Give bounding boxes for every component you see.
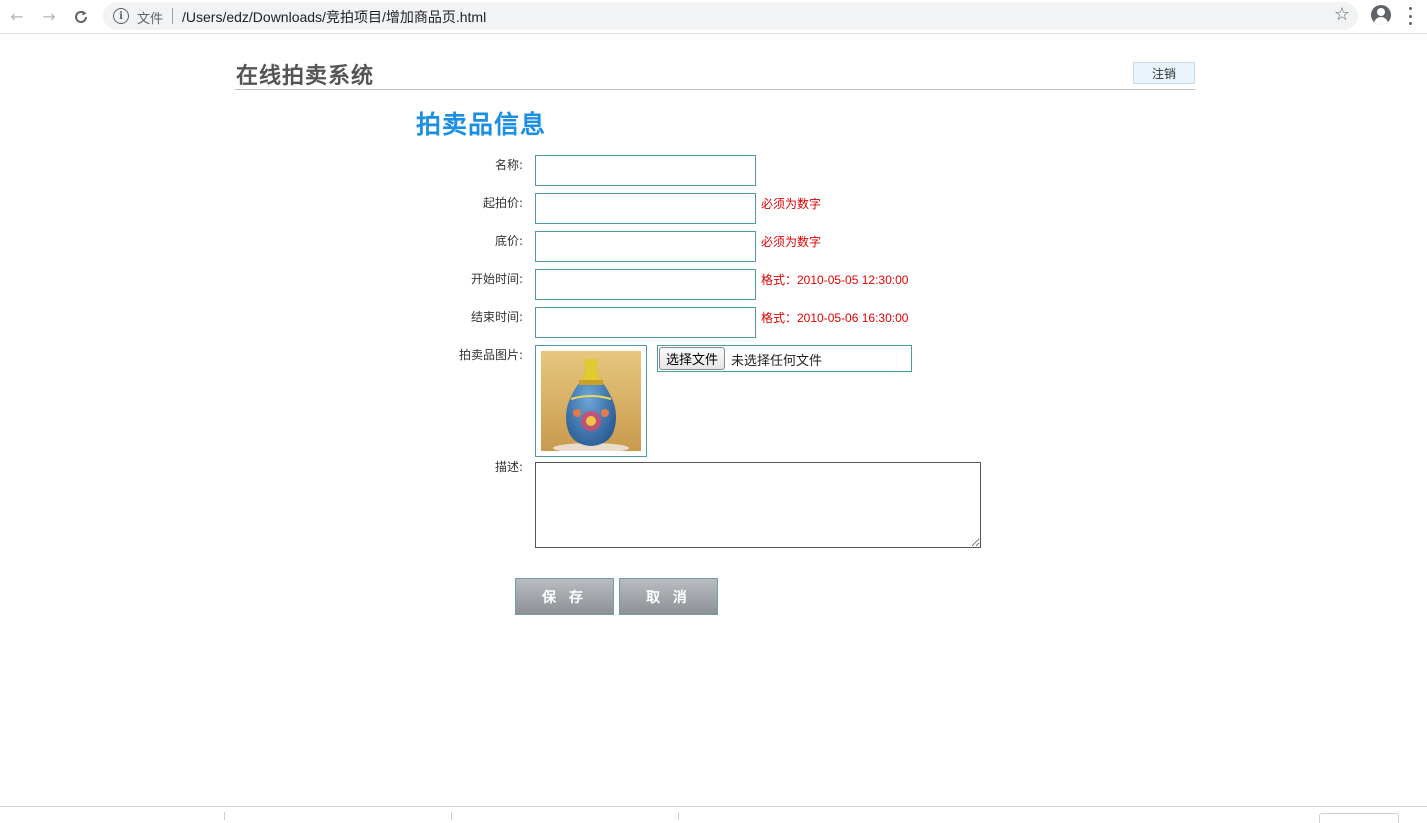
save-button[interactable]: 保 存 [515,578,614,615]
image-label: 拍卖品图片: [458,348,523,362]
browser-toolbar: ← → i 文件 /Users/edz/Downloads/竞拍项目/增加商品页… [0,0,1427,34]
header-divider [235,89,1195,90]
start-time-hint: 格式：2010-05-05 12:30:00 [761,273,909,287]
end-time-hint: 格式：2010-05-06 16:30:00 [761,311,909,325]
bookmark-star-icon[interactable]: ☆ [1334,6,1350,24]
choose-file-button[interactable]: 选择文件 [659,347,726,370]
vase-image [541,351,641,451]
end-time-label: 结束时间: [470,310,523,324]
reserve-price-input[interactable] [535,231,756,262]
start-time-input[interactable] [535,269,756,300]
end-time-input[interactable] [535,307,756,338]
back-arrow-icon[interactable]: ← [5,5,29,29]
start-price-hint: 必须为数字 [761,197,822,211]
url-text[interactable]: /Users/edz/Downloads/竞拍项目/增加商品页.html [182,7,486,27]
start-price-input[interactable] [535,193,756,224]
start-price-label: 起拍价: [482,196,523,210]
name-input[interactable] [535,155,756,186]
url-scheme-label: 文件 [137,11,164,26]
bottom-edge-box [1319,813,1399,823]
description-label: 描述: [494,460,523,474]
bottom-divider-tick [678,812,679,820]
reserve-price-label: 底价: [494,234,523,248]
cancel-button[interactable]: 取 消 [619,578,718,615]
forward-arrow-icon[interactable]: → [37,5,61,29]
address-bar[interactable]: i 文件 /Users/edz/Downloads/竞拍项目/增加商品页.htm… [103,2,1358,30]
more-menu-icon[interactable] [1408,7,1412,25]
start-time-label: 开始时间: [470,272,523,286]
description-textarea[interactable] [535,462,981,548]
bottom-divider-tick [451,812,452,820]
item-image-preview [535,345,647,457]
image-file-input[interactable]: 选择文件 未选择任何文件 [657,345,912,372]
info-icon[interactable]: i [113,8,129,24]
reload-icon[interactable] [69,5,93,29]
profile-avatar-icon[interactable] [1371,5,1391,25]
logout-button[interactable]: 注销 [1133,62,1195,84]
reserve-price-hint: 必须为数字 [761,235,822,249]
file-status-text: 未选择任何文件 [731,354,823,369]
address-divider [172,8,173,24]
bottom-divider-tick [224,812,225,820]
site-title: 在线拍卖系统 [236,64,375,89]
section-title: 拍卖品信息 [416,110,547,139]
bottom-divider [0,806,1427,807]
name-label: 名称: [494,158,523,172]
